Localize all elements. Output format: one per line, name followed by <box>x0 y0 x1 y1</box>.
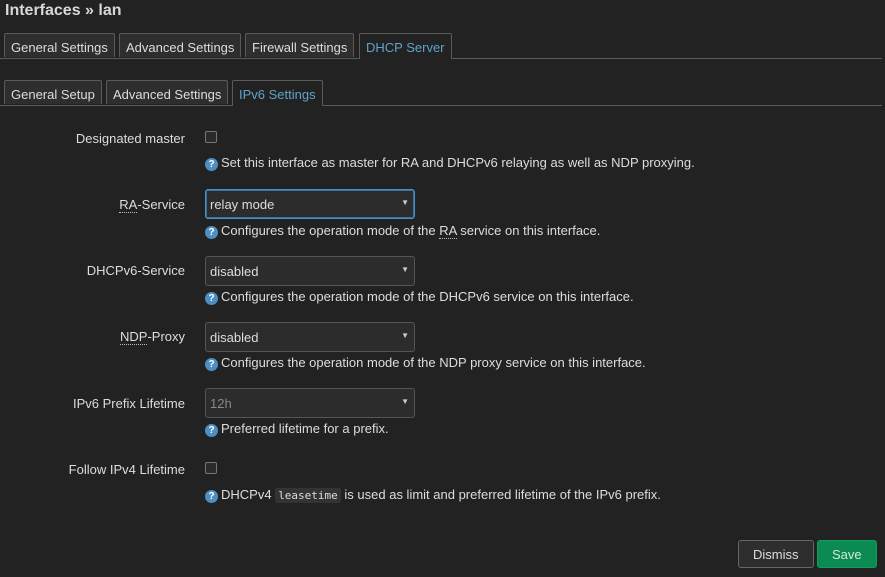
leasetime-code: leasetime <box>275 488 341 503</box>
save-button[interactable]: Save <box>817 540 877 568</box>
help-icon: ? <box>205 226 218 239</box>
ipv6-prefix-lifetime-select[interactable]: 12h ▼ <box>205 388 415 418</box>
chevron-down-icon: ▼ <box>401 397 409 406</box>
chevron-down-icon: ▼ <box>401 331 409 340</box>
chevron-down-icon: ▼ <box>401 198 409 207</box>
tab-dhcp-server[interactable]: DHCP Server <box>359 33 452 59</box>
designated-master-label: Designated master <box>75 131 185 146</box>
help-icon: ? <box>205 292 218 305</box>
ra-service-help: ? Configures the operation mode of the RA… <box>205 223 600 239</box>
ndp-proxy-select[interactable]: disabled ▼ <box>205 322 415 352</box>
ra-service-label: RA-Service <box>119 197 185 213</box>
ipv6-prefix-lifetime-help: ? Preferred lifetime for a prefix. <box>205 421 389 437</box>
ipv6-prefix-lifetime-label: IPv6 Prefix Lifetime <box>73 396 185 411</box>
sub-tabbar: General Setup Advanced Settings IPv6 Set… <box>0 80 882 106</box>
ra-service-select[interactable]: relay mode ▼ <box>205 189 415 219</box>
follow-ipv4-lifetime-label: Follow IPv4 Lifetime <box>68 462 185 477</box>
tab-general-settings[interactable]: General Settings <box>4 33 115 57</box>
subtab-advanced-settings[interactable]: Advanced Settings <box>106 80 229 104</box>
designated-master-checkbox[interactable] <box>205 131 217 143</box>
chevron-down-icon: ▼ <box>401 265 409 274</box>
subtab-ipv6-settings[interactable]: IPv6 Settings <box>232 80 323 106</box>
page-title: Interfaces » lan <box>5 2 122 19</box>
ndp-proxy-help: ? Configures the operation mode of the ND… <box>205 355 646 371</box>
follow-ipv4-lifetime-checkbox[interactable] <box>205 462 217 474</box>
tab-firewall-settings[interactable]: Firewall Settings <box>245 33 355 57</box>
dhcpv6-service-select[interactable]: disabled ▼ <box>205 256 415 286</box>
tab-advanced-settings[interactable]: Advanced Settings <box>119 33 242 57</box>
main-tabbar: General Settings Advanced Settings Firew… <box>0 33 882 59</box>
dhcpv6-service-label: DHCPv6-Service <box>86 263 185 278</box>
help-icon: ? <box>205 358 218 371</box>
dhcpv6-service-help: ? Configures the operation mode of the DH… <box>205 289 634 305</box>
help-icon: ? <box>205 424 218 437</box>
follow-ipv4-lifetime-help: ? DHCPv4 leasetime is used as limit and p… <box>205 487 661 503</box>
ndp-proxy-label: NDP-Proxy <box>119 329 185 345</box>
dismiss-button[interactable]: Dismiss <box>738 540 814 568</box>
designated-master-help: ? Set this interface as master for RA and… <box>205 155 695 171</box>
subtab-general-setup[interactable]: General Setup <box>4 80 102 104</box>
help-icon: ? <box>205 490 218 503</box>
help-icon: ? <box>205 158 218 171</box>
